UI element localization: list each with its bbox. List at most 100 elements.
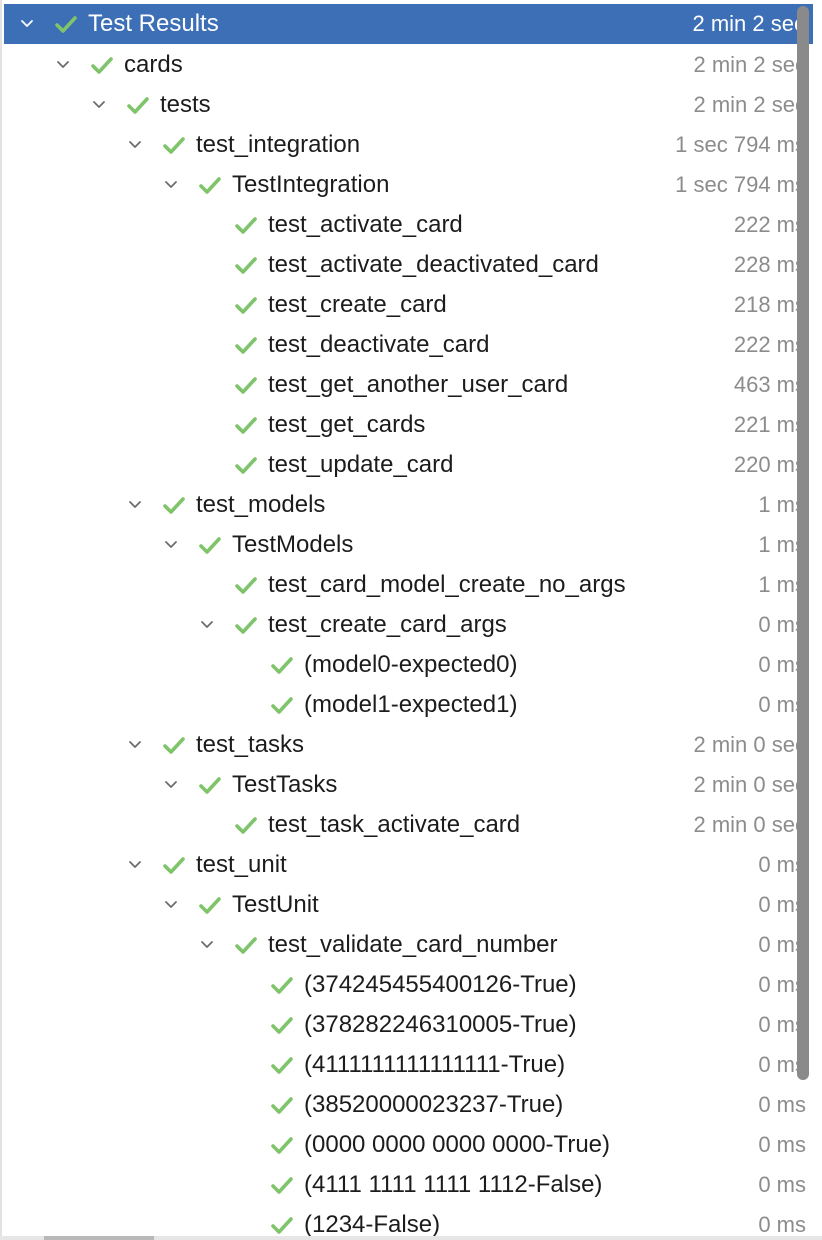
tree-row[interactable]: test_activate_card 222 ms — [0, 205, 822, 245]
tree-row-label: test_activate_deactivated_card — [268, 251, 599, 278]
check-icon — [199, 777, 221, 794]
tree-row-label: cards — [124, 51, 183, 78]
tree-row[interactable]: (0000 0000 0000 0000-True) 0 ms — [0, 1125, 822, 1165]
tree-row-label: (4111111111111111-True) — [304, 1051, 566, 1078]
chevron-down-icon[interactable] — [164, 538, 178, 552]
tree-row-label: (model0-expected0) — [304, 651, 518, 678]
tree-row[interactable]: test_unit 0 ms — [0, 845, 822, 885]
tree-row[interactable]: (4111 1111 1111 1112-False) 0 ms — [0, 1165, 822, 1205]
chevron-down-icon[interactable] — [128, 858, 142, 872]
tree-row-duration: 228 ms — [733, 252, 806, 277]
check-icon — [235, 377, 257, 394]
tree-row-duration: 2 min 2 sec — [692, 11, 806, 36]
check-icon — [271, 1057, 293, 1074]
tree-row[interactable]: test_integration 1 sec 794 ms — [0, 125, 822, 165]
tree-row[interactable]: (1234-False) 0 ms — [0, 1205, 822, 1240]
tree-row[interactable]: test_create_card 218 ms — [0, 285, 822, 325]
tree-row[interactable]: test_get_another_user_card 463 ms — [0, 365, 822, 405]
tree-row[interactable]: tests 2 min 2 sec — [0, 85, 822, 125]
chevron-down-icon[interactable] — [128, 738, 142, 752]
check-icon — [235, 297, 257, 314]
chevron-down-icon[interactable] — [200, 938, 214, 952]
tree-row[interactable]: cards 2 min 2 sec — [0, 45, 822, 85]
check-icon — [235, 417, 257, 434]
tree-row-duration: 220 ms — [733, 452, 806, 477]
tree-row[interactable]: TestModels 1 ms — [0, 525, 822, 565]
check-icon — [271, 1017, 293, 1034]
tree-row[interactable]: test_task_activate_card 2 min 0 sec — [0, 805, 822, 845]
chevron-down-icon[interactable] — [164, 898, 178, 912]
tree-row[interactable]: test_tasks 2 min 0 sec — [0, 725, 822, 765]
tree-row[interactable]: (374245455400126-True) 0 ms — [0, 965, 822, 1005]
tree-row-label: test_get_cards — [268, 411, 426, 438]
tree-row-duration: 0 ms — [758, 1212, 806, 1237]
tree-row-duration: 1 sec 794 ms — [675, 172, 806, 197]
tree-row-duration: 0 ms — [758, 1092, 806, 1117]
tree-row-duration: 0 ms — [758, 1132, 806, 1157]
tree-row-label: (378282246310005-True) — [304, 1011, 577, 1038]
tree-row[interactable]: TestTasks 2 min 0 sec — [0, 765, 822, 805]
check-icon — [199, 177, 221, 194]
tree-row-label: (374245455400126-True) — [304, 971, 577, 998]
check-icon — [55, 16, 77, 33]
check-icon — [163, 857, 185, 874]
tree-row-label: tests — [160, 91, 211, 118]
tree-row[interactable]: test_card_model_create_no_args 1 ms — [0, 565, 822, 605]
check-icon — [271, 1137, 293, 1154]
tree-row-label: test_activate_card — [268, 211, 463, 238]
tree-row-label: test_integration — [196, 131, 361, 158]
tree-row[interactable]: (model0-expected0) 0 ms — [0, 645, 822, 685]
check-icon — [199, 537, 221, 554]
tree-row[interactable]: (378282246310005-True) 0 ms — [0, 1005, 822, 1045]
chevron-down-icon[interactable] — [56, 58, 70, 72]
tree-row-label: test_create_card_args — [268, 611, 507, 638]
tree-row-label: TestUnit — [232, 891, 319, 918]
chevron-down-icon[interactable] — [164, 178, 178, 192]
tree-row-label: test_models — [196, 491, 326, 518]
tree-row-label: test_card_model_create_no_args — [268, 571, 626, 598]
chevron-down-icon[interactable] — [20, 17, 34, 31]
vertical-scrollbar[interactable] — [797, 6, 809, 1080]
chevron-down-icon[interactable] — [200, 618, 214, 632]
tree-row-label: test_create_card — [268, 291, 447, 318]
tree-row[interactable]: test_validate_card_number 0 ms — [0, 925, 822, 965]
tree-row-duration: 2 min 0 sec — [693, 812, 807, 837]
tree-row[interactable]: (model1-expected1) 0 ms — [0, 685, 822, 725]
test-results-tree[interactable]: Test Results 2 min 2 sec cards 2 min 2 sec t… — [0, 0, 822, 1240]
check-icon — [235, 617, 257, 634]
chevron-down-icon[interactable] — [128, 498, 142, 512]
tree-row-label: (1234-False) — [304, 1211, 441, 1238]
tree-root-row[interactable]: Test Results 2 min 2 sec — [4, 4, 813, 44]
check-icon — [235, 217, 257, 234]
chevron-down-icon[interactable] — [92, 98, 106, 112]
tree-row[interactable]: test_create_card_args 0 ms — [0, 605, 822, 645]
tree-row[interactable]: test_models 1 ms — [0, 485, 822, 525]
tree-row-label: test_deactivate_card — [268, 331, 490, 358]
check-icon — [235, 337, 257, 354]
tree-row-label: test_update_card — [268, 451, 454, 478]
tree-row-label: Test Results — [88, 10, 219, 37]
tree-row[interactable]: test_update_card 220 ms — [0, 445, 822, 485]
tree-row-duration: 221 ms — [733, 412, 806, 437]
tree-row-label: TestTasks — [232, 771, 338, 798]
tree-row-label: (4111 1111 1111 1112-False) — [304, 1171, 603, 1198]
tree-row-duration: 222 ms — [733, 332, 806, 357]
check-icon — [235, 937, 257, 954]
tree-row[interactable]: test_deactivate_card 222 ms — [0, 325, 822, 365]
check-icon — [199, 897, 221, 914]
tree-row[interactable]: (38520000023237-True) 0 ms — [0, 1085, 822, 1125]
tree-row[interactable]: (4111111111111111-True) 0 ms — [0, 1045, 822, 1085]
tree-row[interactable]: TestUnit 0 ms — [0, 885, 822, 925]
tree-row-label: test_validate_card_number — [268, 931, 558, 958]
tree-row[interactable]: test_get_cards 221 ms — [0, 405, 822, 445]
tree-row[interactable]: TestIntegration 1 sec 794 ms — [0, 165, 822, 205]
chevron-down-icon[interactable] — [164, 778, 178, 792]
tree-row-label: test_unit — [196, 851, 287, 878]
tree-row-label: (38520000023237-True) — [304, 1091, 564, 1118]
tree-row-label: TestIntegration — [232, 171, 390, 198]
chevron-down-icon[interactable] — [128, 138, 142, 152]
check-icon — [163, 137, 185, 154]
tree-row[interactable]: test_activate_deactivated_card 228 ms — [0, 245, 822, 285]
horizontal-scrollbar-thumb[interactable] — [44, 1236, 154, 1240]
check-icon — [127, 97, 149, 114]
